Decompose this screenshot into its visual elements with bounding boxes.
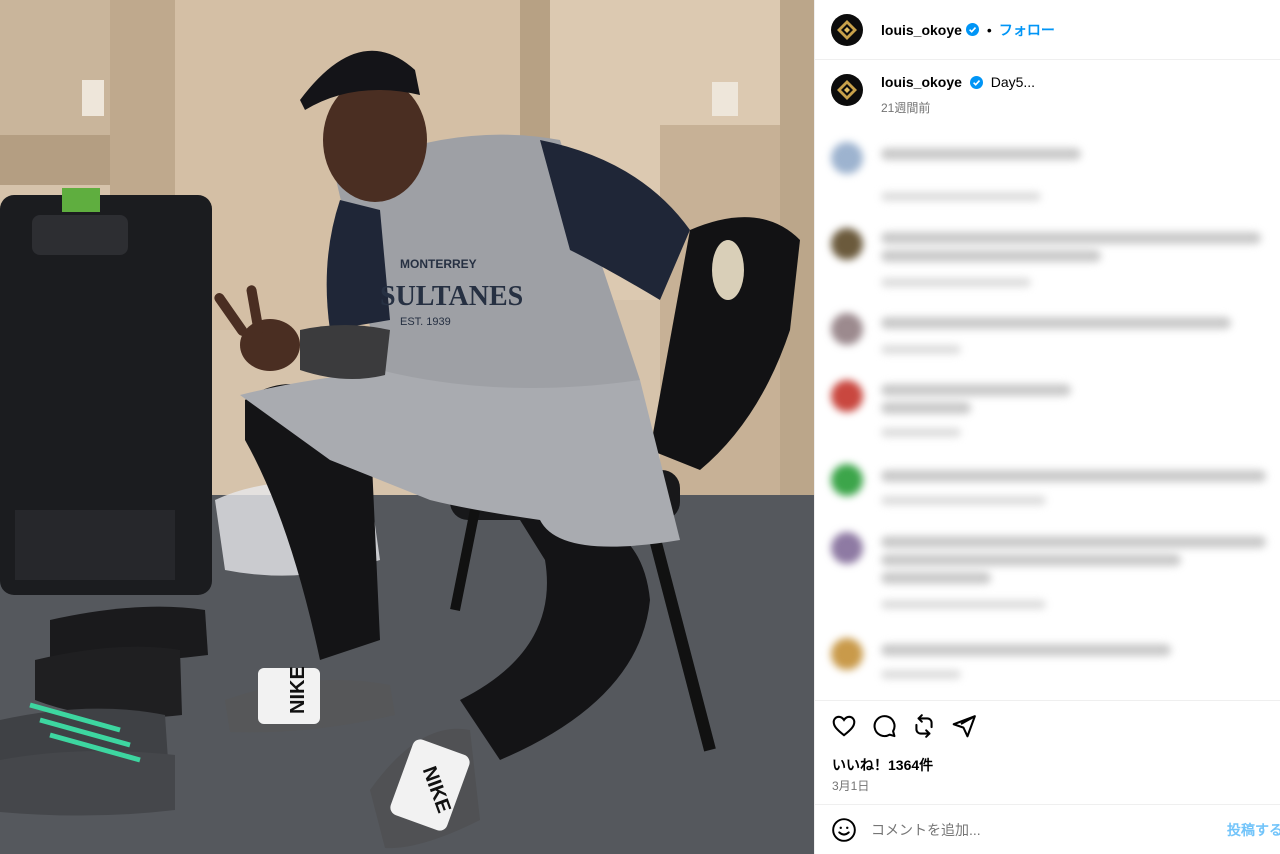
avatar <box>831 142 863 174</box>
list-item <box>831 638 1271 698</box>
post-photo[interactable]: MONTERREY SULTANES EST. 1939 NIKE NIKE <box>0 0 814 854</box>
post-detail-panel: louis_okoye • フォロー louis_okoye Day5... 2… <box>814 0 1280 854</box>
caption: louis_okoye Day5... 21週間前 <box>831 74 1271 116</box>
caption-time[interactable]: 21週間前 <box>881 99 1035 116</box>
comment-bubble-icon[interactable] <box>871 713 897 739</box>
separator-dot: • <box>986 21 992 38</box>
follow-button[interactable]: フォロー <box>999 20 1055 40</box>
smiley-icon[interactable] <box>831 817 857 843</box>
caption-avatar[interactable] <box>831 74 863 106</box>
gold-diamond-logo-icon <box>837 80 857 100</box>
jersey-top-text: MONTERREY <box>400 257 477 271</box>
avatar <box>831 380 863 412</box>
caption-username[interactable]: louis_okoye <box>881 74 962 90</box>
post-header: louis_okoye • フォロー <box>815 0 1280 60</box>
list-item <box>831 464 1271 524</box>
list-item <box>831 142 1271 212</box>
caption-text[interactable]: Day5... <box>991 74 1035 90</box>
comments-list[interactable] <box>815 130 1280 700</box>
paper-plane-icon[interactable] <box>951 713 977 739</box>
avatar <box>831 532 863 564</box>
gold-diamond-logo-icon <box>837 19 857 40</box>
add-comment-bar: 投稿する <box>815 804 1280 854</box>
verified-badge-icon <box>965 23 979 36</box>
list-item <box>831 380 1271 450</box>
heart-icon[interactable] <box>831 713 857 739</box>
jersey-main-text: SULTANES <box>380 281 523 312</box>
list-item <box>831 313 1271 373</box>
jersey-est-text: EST. 1939 <box>400 316 451 328</box>
avatar <box>831 228 863 260</box>
comment-input[interactable] <box>871 821 1201 838</box>
avatar <box>831 313 863 345</box>
verified-badge-icon <box>969 76 983 89</box>
post-date[interactable]: 3月1日 <box>832 777 869 794</box>
post-comment-button[interactable]: 投稿する <box>1227 820 1280 840</box>
avatar <box>831 464 863 496</box>
list-item <box>831 228 1271 298</box>
caption-body: louis_okoye Day5... 21週間前 <box>881 74 1035 116</box>
action-bar: いいね！1364件 3月1日 <box>815 700 1280 804</box>
repost-icon[interactable] <box>911 713 937 739</box>
locker-room-photo: MONTERREY SULTANES EST. 1939 NIKE NIKE <box>0 0 814 854</box>
username-link[interactable]: louis_okoye <box>881 22 962 38</box>
avatar[interactable] <box>831 13 863 46</box>
avatar <box>831 638 863 670</box>
list-item <box>831 532 1271 622</box>
likes-count[interactable]: いいね！1364件 <box>832 755 933 775</box>
slide-brand-text-1: NIKE <box>287 666 309 714</box>
